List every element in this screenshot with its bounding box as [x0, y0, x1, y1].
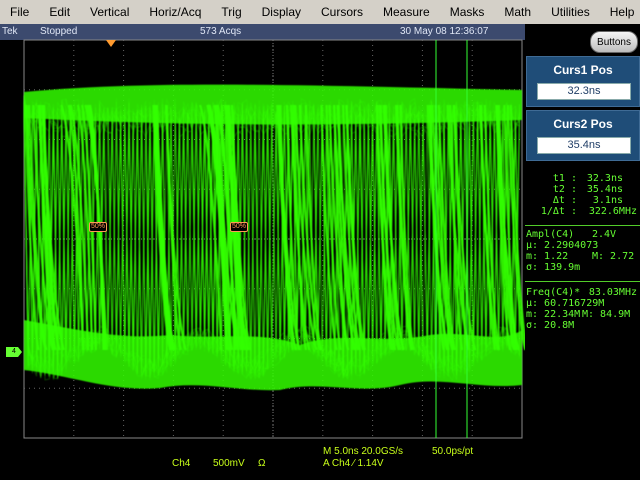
freq-max: M: 84.9M	[582, 309, 631, 320]
separator	[525, 225, 640, 226]
freq-mean: µ: 60.716729M	[526, 298, 605, 309]
inv-dt-label: 1/Δt :	[540, 206, 577, 217]
curs2-value[interactable]: 35.4ns	[537, 137, 631, 154]
ampl-measurement[interactable]: Ampl(C4) 2.4V µ: 2.2904073 m: 1.22 M: 2.72…	[526, 229, 638, 273]
freq-value: 83.03MHz	[588, 287, 637, 298]
ampl-min: m: 1.22	[526, 251, 569, 262]
ampl-max: M: 2.72	[592, 251, 635, 262]
freq-sigma: σ: 20.8M	[526, 320, 575, 331]
ampl-value: 2.4V	[592, 229, 617, 240]
freq-min: m: 22.34M	[526, 309, 581, 320]
cursor-readout: t1 : 32.3ns t2 : 35.4ns Δt : 3.1ns 1/Δt : 32…	[525, 173, 637, 217]
dt-value: 3.1ns	[592, 195, 623, 206]
trigger-readout[interactable]: A Ch4 ⁄ 1.14V	[323, 458, 384, 469]
t2-label: t2 :	[552, 184, 577, 195]
channel-label[interactable]: Ch4	[172, 458, 190, 469]
trigger-position-icon[interactable]	[106, 40, 116, 47]
curs2-title: Curs2 Pos	[553, 117, 613, 131]
t1-value: 32.3ns	[586, 173, 623, 184]
freq-title: Freq(C4)*	[526, 287, 581, 298]
dt-label: Δt :	[552, 195, 577, 206]
separator	[525, 281, 640, 282]
resolution-readout: 50.0ps/pt	[432, 446, 474, 457]
ampl-mean: µ: 2.2904073	[526, 240, 599, 251]
right-panel: Curs1 Pos 32.3ns Curs2 Pos 35.4ns t1 : 32…	[525, 53, 640, 480]
t2-value: 35.4ns	[586, 184, 623, 195]
curs2-control[interactable]: Curs2 Pos 35.4ns	[526, 110, 640, 161]
channel-scale[interactable]: 500mV	[213, 458, 245, 469]
ref-level-marker-2: 50%	[230, 222, 249, 232]
t1-label: t1 :	[552, 173, 577, 184]
curs1-control[interactable]: Curs1 Pos 32.3ns	[526, 56, 640, 107]
ampl-title: Ampl(C4)	[526, 229, 575, 240]
waveform-traces	[23, 84, 529, 391]
channel-coupling-icon: Ω	[258, 458, 266, 469]
timebase-readout[interactable]: M 5.0ns 20.0GS/s	[323, 446, 403, 457]
curs1-value[interactable]: 32.3ns	[537, 83, 631, 100]
inv-dt-value: 322.6MHz	[588, 206, 637, 217]
ref-level-marker-1: 50%	[89, 222, 108, 232]
freq-measurement[interactable]: Freq(C4)* 83.03MHz µ: 60.716729M m: 22.34…	[526, 287, 638, 331]
curs1-title: Curs1 Pos	[553, 63, 613, 77]
ampl-sigma: σ: 139.9m	[526, 262, 581, 273]
